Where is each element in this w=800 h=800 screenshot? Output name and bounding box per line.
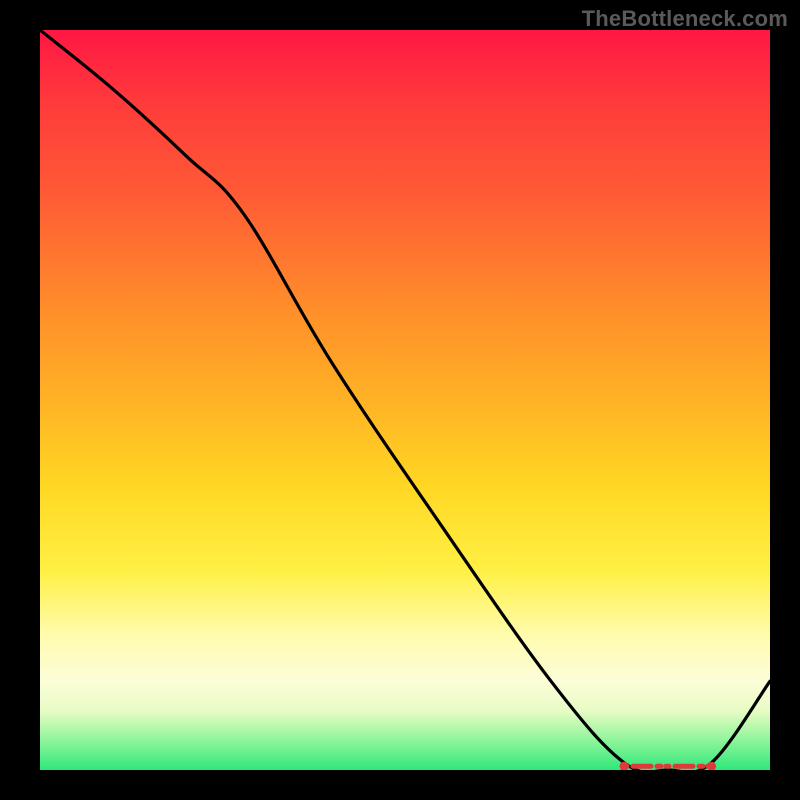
line-chart-svg — [40, 30, 770, 770]
plot-area — [40, 30, 770, 770]
flat-segment-marker — [620, 762, 717, 770]
chart-frame: TheBottleneck.com — [0, 0, 800, 800]
watermark-text: TheBottleneck.com — [582, 6, 788, 32]
chart-line — [40, 30, 770, 770]
